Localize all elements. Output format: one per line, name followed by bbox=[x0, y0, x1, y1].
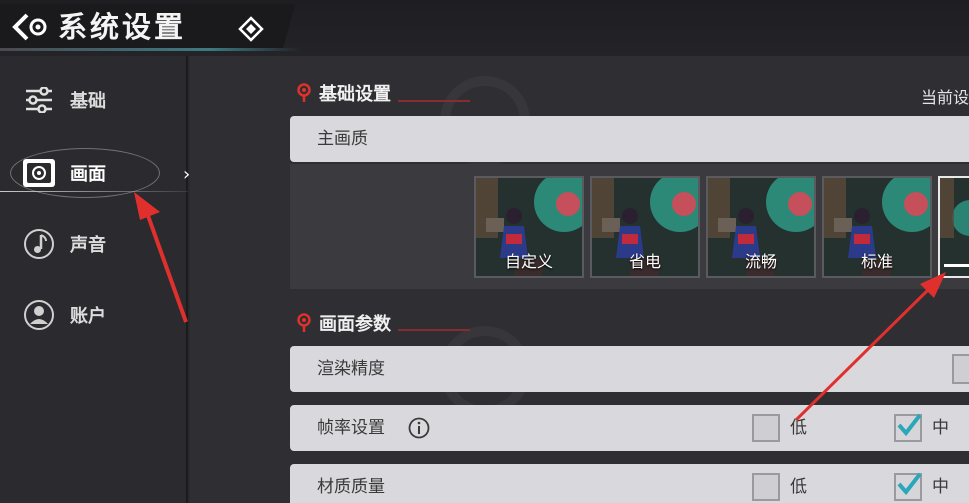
preset-smooth[interactable]: 流畅 bbox=[706, 176, 816, 278]
music-note-icon bbox=[22, 227, 56, 261]
title-underline bbox=[0, 48, 300, 51]
back-arrow-icon bbox=[12, 13, 47, 41]
section-divider bbox=[398, 100, 470, 102]
option-label: 低 bbox=[790, 418, 807, 438]
sidebar-item-basic[interactable]: 基础 bbox=[0, 71, 188, 129]
frame-rate-low-checkbox[interactable] bbox=[752, 414, 780, 442]
texture-quality-low-checkbox[interactable] bbox=[752, 473, 780, 501]
preset-selected-partial[interactable] bbox=[938, 176, 969, 278]
quality-preset-panel: 自定义 省电 流畅 标准 bbox=[290, 164, 969, 289]
option-label: 中 bbox=[932, 418, 949, 438]
preset-label: 流畅 bbox=[744, 252, 777, 271]
sidebar: 基础 画面 › 声音 账户 bbox=[0, 56, 190, 503]
row-label: 帧率设置 bbox=[317, 418, 385, 438]
frame-rate-medium-checkbox[interactable] bbox=[894, 413, 922, 442]
texture-quality-medium-checkbox[interactable] bbox=[894, 472, 922, 501]
frame-rate-row: 帧率设置 低 中 bbox=[290, 405, 969, 451]
current-setting-label: 当前设 bbox=[920, 88, 969, 107]
row-label: 主画质 bbox=[317, 129, 368, 149]
checkmark-icon bbox=[897, 472, 922, 496]
section-title-basic: 基础设置 bbox=[297, 80, 391, 106]
header-bar: 系统设置 bbox=[0, 0, 969, 56]
menu-diamond-button[interactable] bbox=[236, 14, 266, 44]
option-label: 中 bbox=[932, 477, 949, 497]
sliders-icon bbox=[22, 83, 56, 117]
texture-quality-row: 材质质量 低 中 bbox=[290, 464, 969, 503]
sidebar-item-label: 画面 bbox=[70, 164, 106, 185]
sidebar-item-graphics[interactable]: 画面 › bbox=[0, 144, 190, 202]
main-quality-row: 主画质 bbox=[290, 116, 969, 162]
row-label: 渲染精度 bbox=[317, 359, 385, 379]
info-icon[interactable] bbox=[408, 417, 430, 439]
render-precision-row[interactable]: 渲染精度 bbox=[290, 346, 969, 392]
sidebar-item-sound[interactable]: 声音 bbox=[0, 215, 188, 273]
page-title: 系统设置 bbox=[58, 10, 187, 44]
diamond-icon bbox=[238, 16, 264, 42]
preset-thumbnail bbox=[940, 178, 969, 276]
preset-power-saving[interactable]: 省电 bbox=[590, 176, 700, 278]
checkmark-icon bbox=[897, 413, 922, 437]
preset-label: 省电 bbox=[628, 252, 661, 271]
sidebar-item-account[interactable]: 账户 bbox=[0, 286, 188, 344]
pin-icon bbox=[297, 83, 311, 102]
sidebar-item-label: 声音 bbox=[70, 235, 106, 256]
active-underline bbox=[0, 191, 188, 192]
section-title-text: 基础设置 bbox=[319, 84, 391, 105]
preset-standard[interactable]: 标准 bbox=[822, 176, 932, 278]
display-icon bbox=[22, 156, 56, 190]
preset-label: 自定义 bbox=[504, 252, 553, 271]
preset-label: 标准 bbox=[860, 252, 893, 271]
settings-content: 基础设置 当前设 主画质 自定义 省电 流畅 标准 画面参数 渲染精度 帧率设置… bbox=[190, 56, 969, 503]
pin-icon bbox=[297, 313, 311, 332]
row-label: 材质质量 bbox=[317, 477, 385, 497]
back-button[interactable] bbox=[10, 12, 50, 42]
sidebar-item-label: 基础 bbox=[70, 91, 106, 112]
sidebar-item-label: 账户 bbox=[70, 306, 106, 327]
user-icon bbox=[22, 298, 56, 332]
section-title-graphics: 画面参数 bbox=[297, 310, 391, 336]
preset-custom[interactable]: 自定义 bbox=[474, 176, 584, 278]
render-precision-control[interactable] bbox=[952, 354, 969, 384]
section-divider bbox=[398, 329, 470, 331]
option-label: 低 bbox=[790, 477, 807, 497]
section-title-text: 画面参数 bbox=[319, 314, 391, 335]
